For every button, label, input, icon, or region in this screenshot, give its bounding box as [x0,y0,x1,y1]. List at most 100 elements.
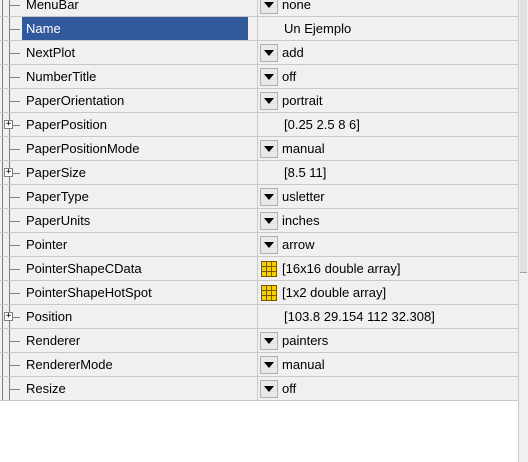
tree-branch-line [10,101,20,102]
tree-guide-line [2,161,3,184]
property-row[interactable]: Resize off [0,377,518,401]
property-name-cell[interactable]: PaperUnits [0,209,258,232]
property-row[interactable]: + Position [103.8 29.154 112 32.308] [0,305,518,329]
property-row[interactable]: PaperPositionMode manual [0,137,518,161]
tree-branch-line [10,221,20,222]
property-value-cell[interactable]: [0.25 2.5 8 6] [258,113,518,136]
property-value-cell[interactable]: usletter [258,185,518,208]
dropdown-arrow-icon[interactable] [260,67,278,86]
property-row[interactable]: PaperOrientation portrait [0,89,518,113]
dropdown-arrow-icon[interactable] [260,43,278,62]
property-name-cell[interactable]: Name [0,17,258,40]
tree-guide-line [2,377,3,400]
property-value-cell[interactable]: none [258,0,518,16]
dropdown-arrow-icon[interactable] [260,331,278,350]
property-row[interactable]: PaperUnits inches [0,209,518,233]
property-name: PaperPositionMode [26,141,140,156]
array-editor-icon[interactable] [261,260,277,277]
tree-branch-line [10,269,20,270]
tree-branch-line [10,5,20,6]
property-row[interactable]: MenuBar none [0,0,518,17]
property-name-cell[interactable]: RendererMode [0,353,258,376]
property-name-cell[interactable]: MenuBar [0,0,258,16]
scrollbar-thumb[interactable] [520,0,527,273]
tree-guide-line [2,137,3,160]
property-name: PaperUnits [26,213,91,228]
array-editor-icon[interactable] [261,284,277,301]
property-row[interactable]: RendererMode manual [0,353,518,377]
property-name-cell[interactable]: Pointer [0,233,258,256]
plus-expand-icon[interactable]: + [4,312,13,321]
property-value-cell[interactable]: [1x2 double array] [258,281,518,304]
dropdown-arrow-icon[interactable] [260,235,278,254]
dropdown-arrow-icon[interactable] [260,211,278,230]
property-name-cell[interactable]: + PaperPosition [0,113,258,136]
tree-guide-line [2,89,3,112]
property-value-cell[interactable]: add [258,41,518,64]
property-row[interactable]: PointerShapeCData [16x16 double array] [0,257,518,281]
property-value-cell[interactable]: portrait [258,89,518,112]
property-value-cell[interactable]: [103.8 29.154 112 32.308] [258,305,518,328]
property-name: Pointer [26,237,68,252]
dropdown-arrow-icon[interactable] [260,91,278,110]
property-name: NumberTitle [26,69,97,84]
tree-branch-line [10,197,20,198]
property-name-cell[interactable]: NextPlot [0,41,258,64]
property-name: PointerShapeCData [26,261,142,276]
property-row[interactable]: Renderer painters [0,329,518,353]
property-name: PaperType [26,189,89,204]
dropdown-arrow-icon[interactable] [260,187,278,206]
vertical-scrollbar[interactable] [518,0,528,462]
property-row[interactable]: PaperType usletter [0,185,518,209]
property-row[interactable]: + PaperSize [8.5 11] [0,161,518,185]
property-value-cell[interactable]: manual [258,353,518,376]
tree-guide-line [2,185,3,208]
property-row[interactable]: Name Un Ejemplo [0,17,518,41]
property-value: manual [282,357,325,372]
property-name: RendererMode [26,357,113,372]
property-name-cell[interactable]: Resize [0,377,258,400]
tree-guide-line [2,329,3,352]
property-value-cell[interactable]: [8.5 11] [258,161,518,184]
property-name-cell[interactable]: PaperOrientation [0,89,258,112]
property-value[interactable]: [103.8 29.154 112 32.308] [284,309,435,324]
property-row[interactable]: PointerShapeHotSpot [1x2 double array] [0,281,518,305]
dropdown-arrow-icon[interactable] [260,139,278,158]
property-value: usletter [282,189,325,204]
property-row[interactable]: NextPlot add [0,41,518,65]
property-name-cell[interactable]: NumberTitle [0,65,258,88]
property-value-cell[interactable]: manual [258,137,518,160]
property-row[interactable]: + PaperPosition [0.25 2.5 8 6] [0,113,518,137]
property-value-cell[interactable]: inches [258,209,518,232]
property-row[interactable]: Pointer arrow [0,233,518,257]
property-value[interactable]: [8.5 11] [284,165,326,180]
property-value: off [282,69,297,84]
dropdown-arrow-icon[interactable] [260,379,278,398]
property-name-cell[interactable]: + PaperSize [0,161,258,184]
tree-guide-line [2,41,3,64]
property-value-cell[interactable]: Un Ejemplo [258,17,518,40]
plus-expand-icon[interactable]: + [4,120,13,129]
property-value-cell[interactable]: off [258,377,518,400]
property-name-cell[interactable]: PointerShapeHotSpot [0,281,258,304]
property-value: none [282,0,311,12]
tree-branch-line [10,341,20,342]
property-name: Position [26,309,73,324]
property-value: [16x16 double array] [282,261,401,276]
property-row[interactable]: NumberTitle off [0,65,518,89]
property-value-cell[interactable]: painters [258,329,518,352]
property-name-cell[interactable]: PaperType [0,185,258,208]
property-name-cell[interactable]: PointerShapeCData [0,257,258,280]
property-name-cell[interactable]: PaperPositionMode [0,137,258,160]
property-name-cell[interactable]: + Position [0,305,258,328]
dropdown-arrow-icon[interactable] [260,0,278,14]
dropdown-arrow-icon[interactable] [260,355,278,374]
property-value-cell[interactable]: off [258,65,518,88]
tree-branch-line [10,293,20,294]
property-value-cell[interactable]: [16x16 double array] [258,257,518,280]
property-value[interactable]: Un Ejemplo [284,21,351,36]
property-name-cell[interactable]: Renderer [0,329,258,352]
property-value[interactable]: [0.25 2.5 8 6] [284,117,360,132]
plus-expand-icon[interactable]: + [4,168,13,177]
property-value-cell[interactable]: arrow [258,233,518,256]
